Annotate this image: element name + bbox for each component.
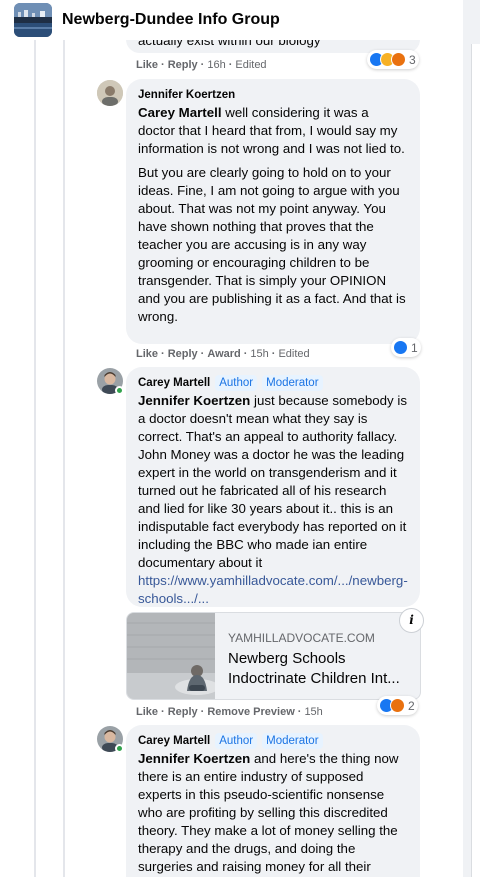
comment-text: But you are clearly going to hold on to … xyxy=(138,165,406,324)
mention-link[interactable]: Jennifer Koertzen xyxy=(138,393,250,408)
reply-button[interactable]: Reply xyxy=(168,706,198,718)
comment-text: Jennifer Koertzen and here's the thing n… xyxy=(138,751,399,874)
preview-thumbnail xyxy=(127,613,219,699)
comment-author[interactable]: Carey Martell xyxy=(138,374,210,392)
comment-time[interactable]: 15h xyxy=(304,706,322,718)
comment-author[interactable]: Carey Martell xyxy=(138,732,210,750)
reply-button[interactable]: Reply xyxy=(168,348,198,360)
reply-button[interactable]: Reply xyxy=(168,59,198,71)
reaction-count: 2 xyxy=(408,698,415,713)
thread-line xyxy=(63,40,65,877)
comment-time[interactable]: 15h xyxy=(250,348,268,360)
comment-actions: Like · Reply · Award · 15h · Edited xyxy=(136,348,310,360)
comment-bubble: Carey Martell Author Moderator Jennifer … xyxy=(126,367,420,607)
preview-domain: YAMHILLADVOCATE.COM xyxy=(228,631,375,645)
group-cover-thumbnail[interactable] xyxy=(14,3,52,37)
author-badge: Author xyxy=(215,375,258,391)
moderator-badge: Moderator xyxy=(262,375,323,391)
comment-bubble: Carey Martell Author Moderator Jennifer … xyxy=(126,725,420,877)
group-name[interactable]: Newberg-Dundee Info Group xyxy=(62,11,280,29)
author-badge: Author xyxy=(215,733,258,749)
group-header: Newberg-Dundee Info Group xyxy=(0,0,463,40)
comment-text: Carey Martell well considering it was a … xyxy=(138,105,405,156)
mention-link[interactable]: Jennifer Koertzen xyxy=(138,751,250,766)
moderator-badge: Moderator xyxy=(262,733,323,749)
thread-line xyxy=(34,40,36,877)
comment-actions: Like · Reply · Remove Preview · 15h xyxy=(136,706,323,718)
comment-actions: Like · Reply · 16h · Edited xyxy=(136,59,267,71)
angry-icon xyxy=(391,52,406,67)
mention-link[interactable]: Carey Martell xyxy=(138,105,222,120)
avatar[interactable] xyxy=(97,80,123,106)
reaction-summary[interactable]: 3 xyxy=(367,50,419,69)
comment-author[interactable]: Jennifer Koertzen xyxy=(138,86,235,104)
link-preview-card[interactable]: YAMHILLADVOCATE.COM Newberg Schools Indo… xyxy=(126,612,421,700)
edited-label: Edited xyxy=(235,59,267,71)
remove-preview-button[interactable]: Remove Preview xyxy=(207,706,294,718)
preview-title: Newberg Schools Indoctrinate Children In… xyxy=(228,650,400,687)
info-icon[interactable]: i xyxy=(399,608,424,633)
comment-bubble: Jennifer Koertzen Carey Martell well con… xyxy=(126,79,420,344)
like-button[interactable]: Like xyxy=(136,348,158,360)
comment-time[interactable]: 16h xyxy=(207,59,225,71)
reaction-summary[interactable]: 1 xyxy=(391,338,421,357)
like-button[interactable]: Like xyxy=(136,706,158,718)
reaction-count: 3 xyxy=(409,52,416,67)
angry-icon xyxy=(390,698,405,713)
like-button[interactable]: Like xyxy=(136,59,158,71)
edited-label: Edited xyxy=(278,348,310,360)
online-status-dot xyxy=(115,744,124,753)
reaction-summary[interactable]: 2 xyxy=(377,696,418,715)
side-card-edge xyxy=(471,44,480,877)
comment-text: Jennifer Koertzen just because somebody … xyxy=(138,393,408,570)
online-status-dot xyxy=(115,386,124,395)
award-button[interactable]: Award xyxy=(207,348,240,360)
like-icon xyxy=(393,340,408,355)
reaction-count: 1 xyxy=(411,340,418,355)
facebook-group-comments-view: actually exist within our biology Like ·… xyxy=(0,0,480,877)
article-link[interactable]: https://www.yamhilladvocate.com/.../newb… xyxy=(138,573,408,606)
comments-panel: actually exist within our biology Like ·… xyxy=(0,0,463,877)
